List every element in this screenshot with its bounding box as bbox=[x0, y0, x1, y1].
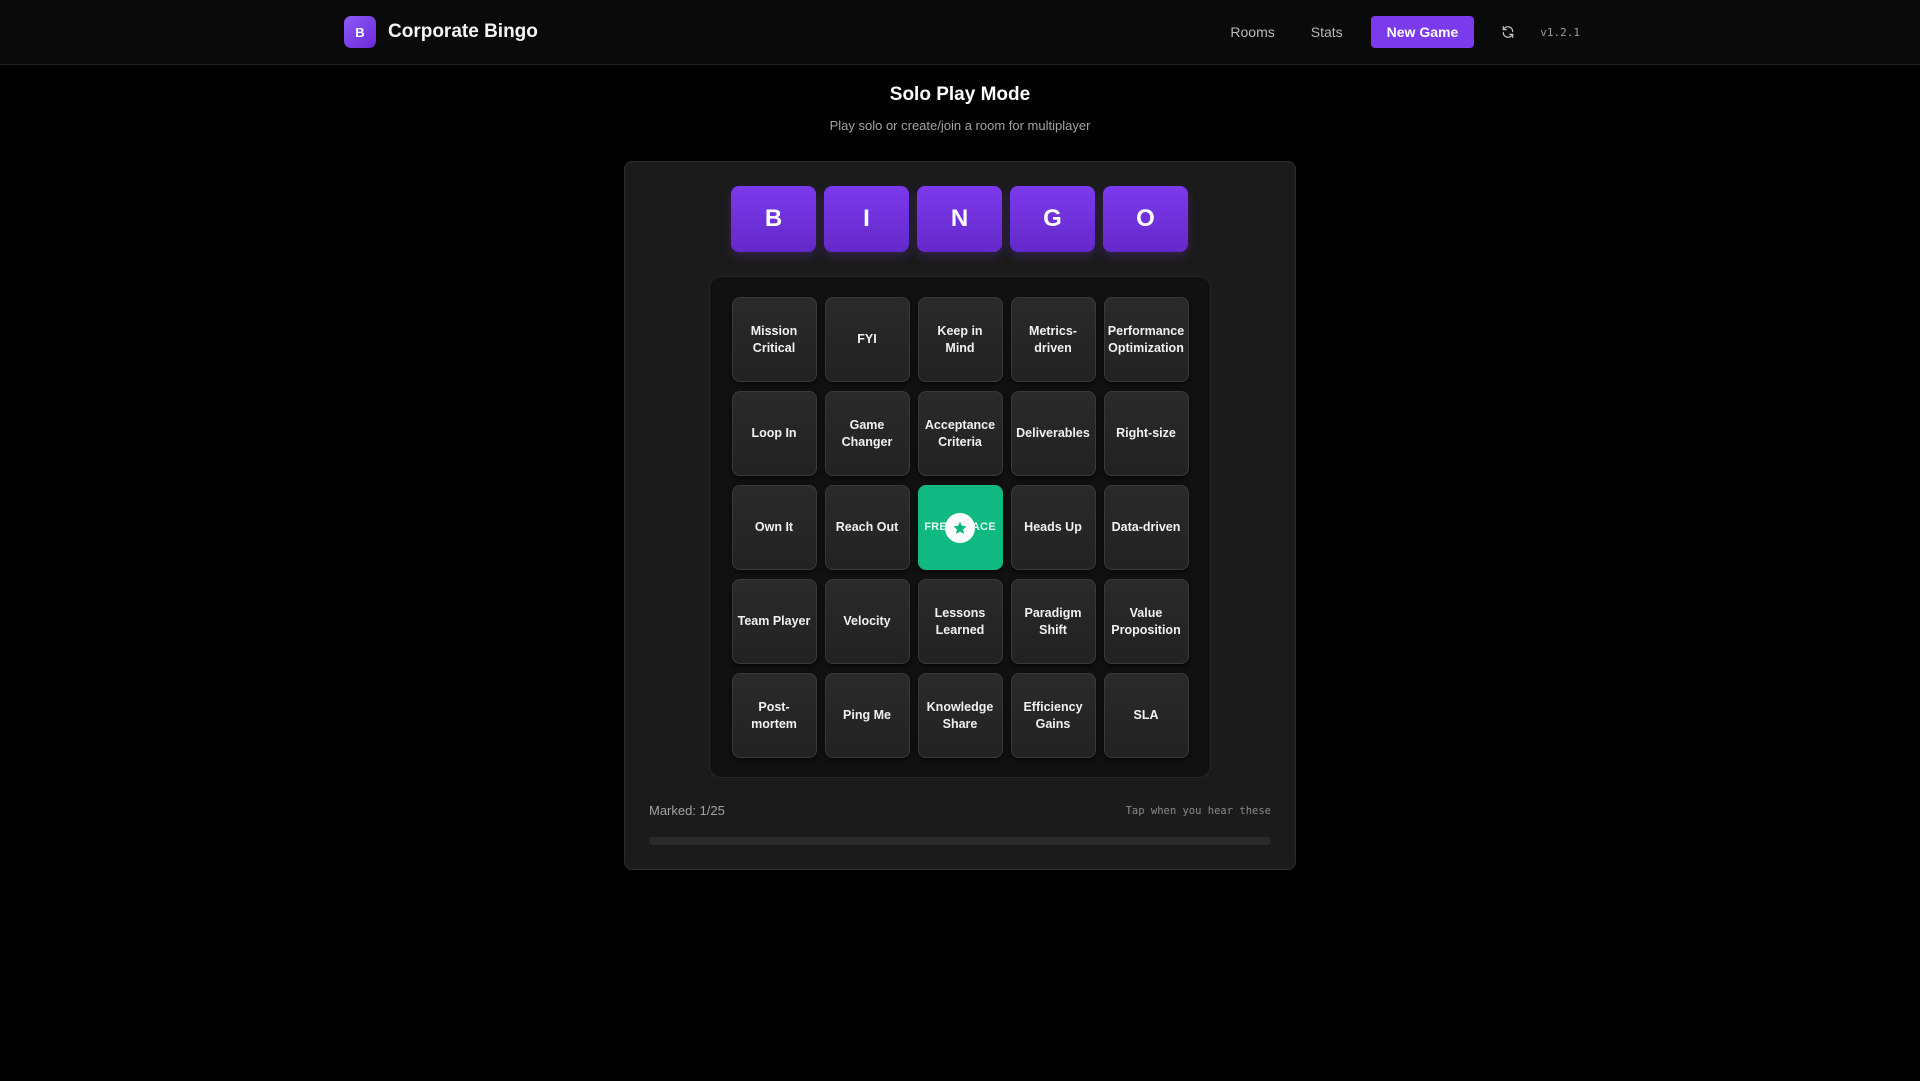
bingo-cell[interactable]: Loop In bbox=[731, 391, 817, 476]
free-space-cell[interactable]: FREE SPACE bbox=[917, 485, 1003, 570]
bingo-cell[interactable]: Deliverables bbox=[1010, 391, 1096, 476]
progress-bar bbox=[649, 837, 1271, 845]
nav-rooms-link[interactable]: Rooms bbox=[1230, 24, 1274, 40]
bingo-cell[interactable]: Performance Optimization bbox=[1103, 297, 1189, 382]
app-logo: B bbox=[344, 16, 376, 48]
bingo-card: B I N G O Mission Critical FYI Keep in M… bbox=[624, 161, 1296, 870]
bingo-cell[interactable]: SLA bbox=[1103, 673, 1189, 758]
bingo-cell[interactable]: Right-size bbox=[1103, 391, 1189, 476]
bingo-letter-g: G bbox=[1010, 186, 1095, 252]
bingo-grid: Mission Critical FYI Keep in Mind Metric… bbox=[730, 297, 1190, 758]
bingo-cell[interactable]: Metrics-driven bbox=[1010, 297, 1096, 382]
bingo-cell[interactable]: Ping Me bbox=[824, 673, 910, 758]
version-label: v1.2.1 bbox=[1540, 25, 1580, 39]
bingo-cell[interactable]: Paradigm Shift bbox=[1010, 579, 1096, 664]
bingo-cell[interactable]: Acceptance Criteria bbox=[917, 391, 1003, 476]
page-title: Solo Play Mode bbox=[889, 84, 1031, 105]
new-game-button[interactable]: New Game bbox=[1370, 16, 1475, 48]
bingo-letter-o: O bbox=[1103, 186, 1188, 252]
bingo-cell[interactable]: Game Changer bbox=[824, 391, 910, 476]
bingo-cell[interactable]: Reach Out bbox=[824, 485, 910, 570]
bingo-cell[interactable]: Data-driven bbox=[1103, 485, 1189, 570]
bingo-letter-i: I bbox=[824, 186, 909, 252]
bingo-cell[interactable]: FYI bbox=[824, 297, 910, 382]
bingo-cell[interactable]: Lessons Learned bbox=[917, 579, 1003, 664]
bingo-letter-n: N bbox=[917, 186, 1002, 252]
bingo-cell[interactable]: Value Proposition bbox=[1103, 579, 1189, 664]
bingo-cell[interactable]: Keep in Mind bbox=[917, 297, 1003, 382]
bingo-cell[interactable]: Knowledge Share bbox=[917, 673, 1003, 758]
bingo-cell[interactable]: Mission Critical bbox=[731, 297, 817, 382]
bingo-cell[interactable]: Velocity bbox=[824, 579, 910, 664]
refresh-icon[interactable] bbox=[1500, 24, 1516, 40]
bingo-board: Mission Critical FYI Keep in Mind Metric… bbox=[709, 276, 1211, 778]
bingo-cell[interactable]: Post-mortem bbox=[731, 673, 817, 758]
top-navigation-bar: B Corporate Bingo Rooms Stats New Game v… bbox=[0, 0, 1920, 65]
marked-count: Marked: 1/25 bbox=[649, 803, 725, 818]
bingo-cell[interactable]: Team Player bbox=[731, 579, 817, 664]
bingo-letter-b: B bbox=[731, 186, 816, 252]
bingo-header-letters: B I N G O bbox=[731, 186, 1188, 252]
tap-hint: Tap when you hear these bbox=[1125, 805, 1271, 817]
nav-actions: Rooms Stats New Game v1.2.1 bbox=[1230, 16, 1580, 48]
bingo-cell[interactable]: Efficiency Gains bbox=[1010, 673, 1096, 758]
bingo-cell[interactable]: Own It bbox=[731, 485, 817, 570]
nav-stats-link[interactable]: Stats bbox=[1311, 24, 1343, 40]
app-name: Corporate Bingo bbox=[388, 21, 538, 42]
page-subtitle: Play solo or create/join a room for mult… bbox=[829, 118, 1091, 133]
bingo-cell[interactable]: Heads Up bbox=[1010, 485, 1096, 570]
brand[interactable]: B Corporate Bingo bbox=[344, 16, 538, 48]
star-icon bbox=[945, 512, 975, 543]
